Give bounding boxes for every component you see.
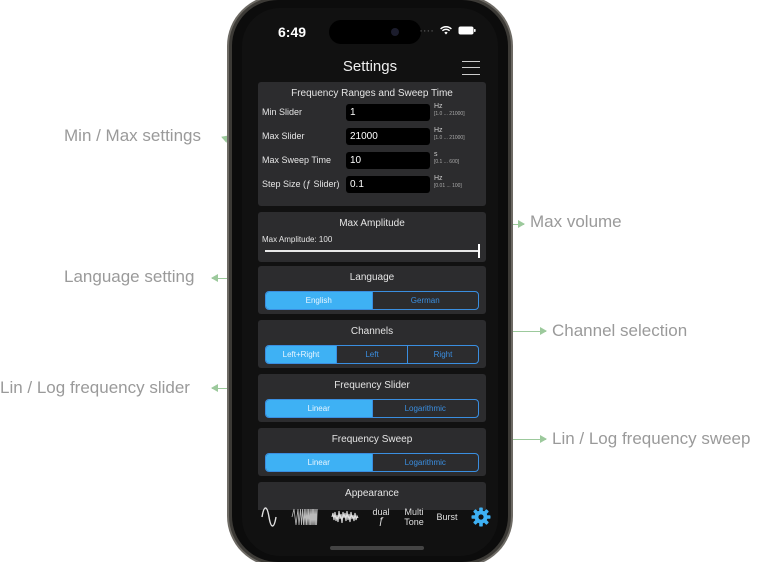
tab-sine[interactable] [256, 504, 282, 530]
card-title-max-amplitude: Max Amplitude [339, 218, 405, 229]
noise-wave-icon [331, 510, 359, 524]
phone-screen: 6:49 ···· Settings Frequency Ranges and … [242, 8, 498, 556]
card-frequency-slider: Frequency Slider Linear Logarithmic [258, 374, 486, 422]
page-title: Settings [342, 58, 398, 75]
tab-multi-label: Multi [404, 507, 424, 517]
max-amplitude-label: Max Amplitude: 100 [262, 235, 333, 244]
nav-bar: Settings [242, 52, 498, 82]
tab-bar: dual ƒ Multi Tone Burst [242, 504, 498, 534]
status-icons: ···· [419, 25, 476, 37]
range-min-slider: [1.0 ... 21000] [434, 111, 465, 117]
max-amplitude-slider-handle[interactable] [478, 244, 480, 258]
card-title-frequency-sweep: Frequency Sweep [331, 434, 413, 445]
menu-icon[interactable] [462, 61, 480, 75]
unit-step-size: Hz [434, 175, 443, 182]
tab-noise[interactable] [328, 504, 362, 530]
segment-sweep-linear[interactable]: Linear [266, 454, 372, 471]
range-max-slider: [1.0 ... 21000] [434, 135, 465, 141]
max-slider-input[interactable] [346, 128, 430, 145]
annotation-lin-log-sweep: Lin / Log frequency sweep [552, 429, 751, 448]
card-title-frequency-ranges: Frequency Ranges and Sweep Time [291, 88, 453, 99]
segment-german[interactable]: German [371, 292, 479, 309]
annotation-language: Language setting [64, 267, 195, 286]
tab-sweep[interactable] [288, 504, 322, 530]
card-title-frequency-slider: Frequency Slider [334, 380, 410, 391]
card-max-amplitude: Max Amplitude Max Amplitude: 100 [258, 212, 486, 262]
channels-segmented-control: Left+Right Left Right [265, 345, 479, 364]
tab-tone-label: Tone [404, 517, 424, 527]
status-time: 6:49 [278, 24, 307, 40]
max-amplitude-slider-track[interactable] [265, 250, 479, 252]
card-frequency-ranges: Frequency Ranges and Sweep Time Min Slid… [258, 82, 486, 206]
segment-left-right[interactable]: Left+Right [266, 346, 336, 363]
gear-icon [471, 507, 491, 527]
tab-burst[interactable]: Burst [430, 504, 464, 530]
label-min-slider: Min Slider [262, 107, 303, 117]
unit-max-sweep-time: s [434, 151, 438, 158]
wifi-icon [440, 26, 452, 35]
label-step-size: Step Size (ƒ Slider) [262, 179, 340, 189]
card-title-language: Language [349, 272, 395, 283]
annotation-max-volume: Max volume [530, 212, 622, 231]
tab-dual-f-label: ƒ [378, 516, 384, 527]
sweep-wave-icon [291, 508, 318, 526]
label-max-sweep-time: Max Sweep Time [262, 155, 332, 165]
language-segmented-control: English German [265, 291, 479, 310]
unit-max-slider: Hz [434, 127, 443, 134]
card-language: Language English German [258, 266, 486, 314]
tab-burst-label: Burst [436, 512, 458, 522]
segment-english[interactable]: English [266, 292, 372, 309]
range-max-sweep-time: [0.1 ... 600] [434, 159, 460, 165]
range-step-size: [0.01 ... 100] [434, 183, 462, 189]
frequency-sweep-segmented-control: Linear Logarithmic [265, 453, 479, 472]
tab-multi-tone[interactable]: Multi Tone [398, 504, 430, 530]
max-sweep-time-input[interactable] [346, 152, 430, 169]
camera-icon [391, 28, 399, 36]
frequency-slider-segmented-control: Linear Logarithmic [265, 399, 479, 418]
sine-wave-icon [261, 507, 277, 527]
label-max-slider: Max Slider [262, 131, 305, 141]
tab-settings[interactable] [468, 504, 494, 530]
annotation-channel: Channel selection [552, 321, 688, 340]
segment-right[interactable]: Right [407, 346, 478, 363]
segment-sweep-logarithmic[interactable]: Logarithmic [371, 454, 479, 471]
card-frequency-sweep: Frequency Sweep Linear Logarithmic [258, 428, 486, 476]
annotation-min-max: Min / Max settings [64, 126, 201, 145]
segment-slider-logarithmic[interactable]: Logarithmic [371, 400, 479, 417]
card-title-appearance: Appearance [345, 488, 399, 499]
card-title-channels: Channels [350, 326, 394, 337]
step-size-input[interactable] [346, 176, 430, 193]
phone-frame: 6:49 ···· Settings Frequency Ranges and … [232, 0, 508, 562]
status-bar: 6:49 ···· [242, 20, 498, 44]
unit-min-slider: Hz [434, 103, 443, 110]
segment-slider-linear[interactable]: Linear [266, 400, 372, 417]
tab-dual[interactable]: dual ƒ [366, 504, 396, 530]
settings-content[interactable]: Frequency Ranges and Sweep Time Min Slid… [242, 82, 498, 510]
card-channels: Channels Left+Right Left Right [258, 320, 486, 368]
cellular-dots-icon: ···· [419, 25, 434, 37]
dynamic-island [329, 20, 421, 44]
home-indicator [330, 546, 424, 550]
segment-left[interactable]: Left [336, 346, 407, 363]
annotation-lin-log-slider: Lin / Log frequency slider [0, 378, 190, 397]
battery-icon [458, 26, 476, 35]
min-slider-input[interactable] [346, 104, 430, 121]
